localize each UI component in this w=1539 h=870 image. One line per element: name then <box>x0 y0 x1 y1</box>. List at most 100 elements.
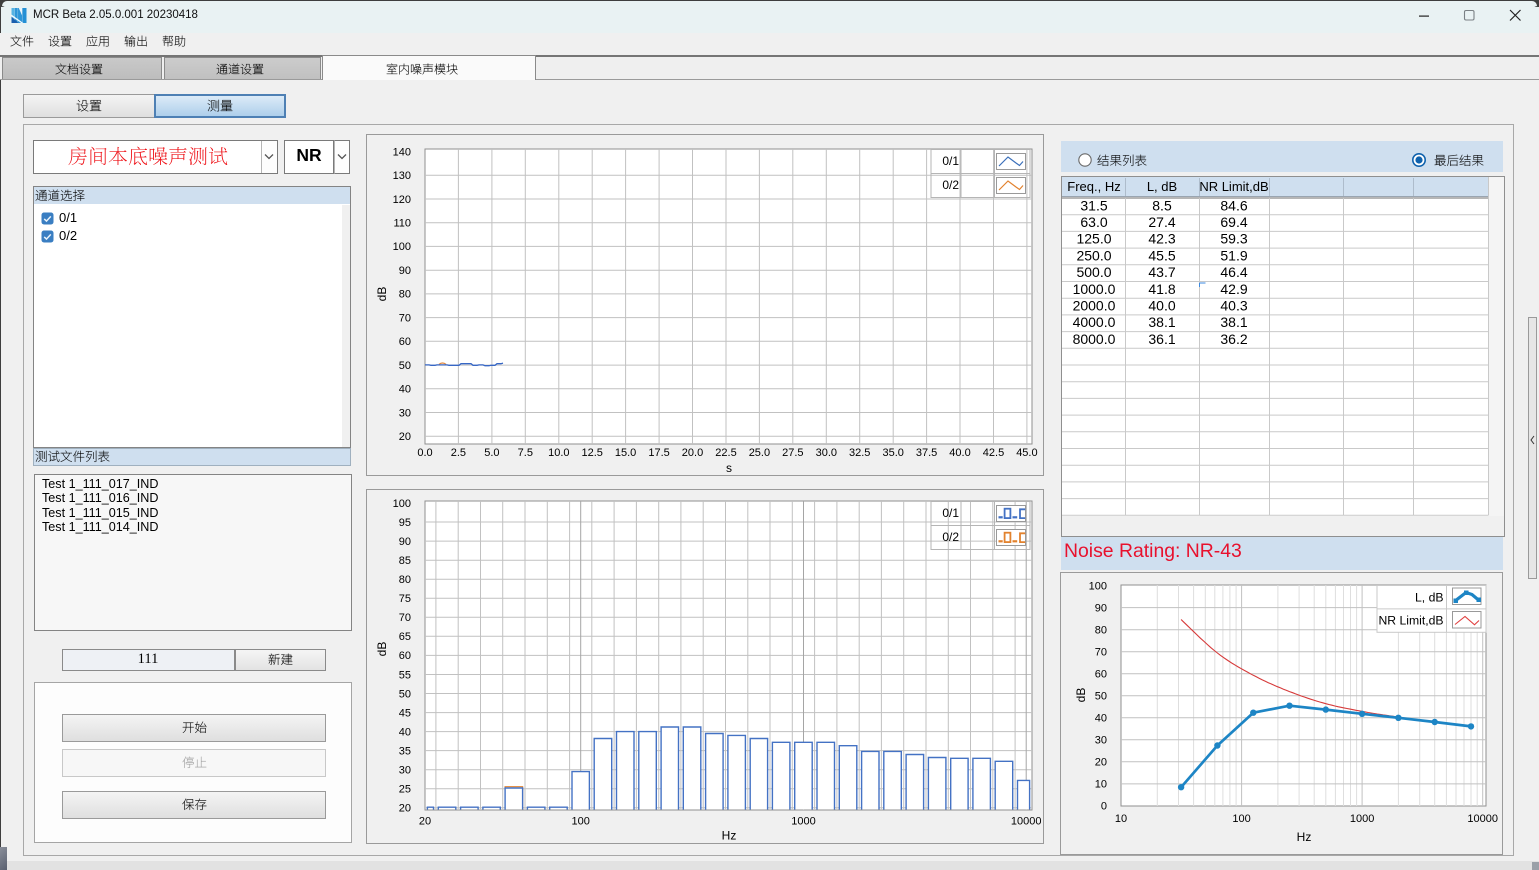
svg-text:10: 10 <box>1095 779 1107 791</box>
svg-text:dB: dB <box>375 642 389 657</box>
svg-text:45: 45 <box>399 707 411 719</box>
svg-text:30: 30 <box>399 765 411 777</box>
svg-text:L, dB: L, dB <box>1415 591 1443 605</box>
svg-text:80: 80 <box>399 574 411 586</box>
svg-text:70: 70 <box>399 312 411 324</box>
svg-text:25: 25 <box>399 784 411 796</box>
svg-text:5.0: 5.0 <box>484 447 499 459</box>
svg-text:10000: 10000 <box>1011 816 1042 828</box>
svg-text:20: 20 <box>1095 757 1107 769</box>
svg-text:0: 0 <box>1101 801 1107 813</box>
svg-text:120: 120 <box>393 194 411 206</box>
svg-text:20: 20 <box>419 816 431 828</box>
svg-text:27.4: 27.4 <box>1148 214 1175 230</box>
svg-text:50: 50 <box>399 360 411 372</box>
svg-text:L, dB: L, dB <box>1147 179 1177 194</box>
svg-text:60: 60 <box>399 650 411 662</box>
svg-text:30: 30 <box>1095 735 1107 747</box>
svg-text:55: 55 <box>399 669 411 681</box>
svg-text:38.1: 38.1 <box>1220 314 1247 330</box>
svg-text:42.3: 42.3 <box>1148 231 1175 247</box>
svg-text:42.5: 42.5 <box>983 447 1004 459</box>
svg-text:45.5: 45.5 <box>1148 247 1175 263</box>
svg-text:Freq., Hz: Freq., Hz <box>1067 179 1120 194</box>
svg-text:dB: dB <box>375 287 389 302</box>
svg-text:46.4: 46.4 <box>1220 264 1247 280</box>
svg-text:40.0: 40.0 <box>949 447 970 459</box>
svg-text:70: 70 <box>399 612 411 624</box>
svg-text:35: 35 <box>399 745 411 757</box>
svg-text:50: 50 <box>1095 691 1107 703</box>
svg-text:0/2: 0/2 <box>942 530 959 544</box>
svg-text:20: 20 <box>399 431 411 443</box>
svg-text:20: 20 <box>399 803 411 815</box>
svg-text:84.6: 84.6 <box>1220 197 1247 213</box>
svg-text:38.1: 38.1 <box>1148 314 1175 330</box>
svg-text:30: 30 <box>399 407 411 419</box>
svg-text:42.9: 42.9 <box>1220 281 1247 297</box>
svg-text:90: 90 <box>1095 602 1107 614</box>
svg-text:Hz: Hz <box>722 829 737 843</box>
svg-text:10.0: 10.0 <box>548 447 569 459</box>
svg-text:50: 50 <box>399 688 411 700</box>
svg-text:80: 80 <box>1095 625 1107 637</box>
svg-text:100: 100 <box>393 241 411 253</box>
svg-text:40: 40 <box>1095 713 1107 725</box>
svg-text:30.0: 30.0 <box>816 447 837 459</box>
svg-text:22.5: 22.5 <box>715 447 736 459</box>
svg-text:80: 80 <box>399 289 411 301</box>
svg-text:0.0: 0.0 <box>417 447 432 459</box>
svg-text:100: 100 <box>1232 813 1250 825</box>
svg-text:40: 40 <box>399 726 411 738</box>
svg-text:dB: dB <box>1074 688 1088 703</box>
svg-text:100: 100 <box>393 498 411 510</box>
svg-text:500.0: 500.0 <box>1076 264 1111 280</box>
svg-text:60: 60 <box>1095 669 1107 681</box>
svg-text:40.0: 40.0 <box>1148 298 1175 314</box>
svg-text:51.9: 51.9 <box>1220 247 1247 263</box>
svg-text:NR Limit,dB: NR Limit,dB <box>1199 179 1268 194</box>
svg-text:2.5: 2.5 <box>451 447 466 459</box>
svg-text:12.5: 12.5 <box>581 447 602 459</box>
svg-text:95: 95 <box>399 517 411 529</box>
svg-text:31.5: 31.5 <box>1080 197 1107 213</box>
svg-text:2000.0: 2000.0 <box>1073 298 1116 314</box>
svg-text:36.2: 36.2 <box>1220 331 1247 347</box>
svg-text:8000.0: 8000.0 <box>1073 331 1116 347</box>
svg-text:100: 100 <box>1089 580 1107 592</box>
svg-text:37.5: 37.5 <box>916 447 937 459</box>
svg-text:0/1: 0/1 <box>942 154 959 168</box>
svg-text:17.5: 17.5 <box>648 447 669 459</box>
svg-text:1000: 1000 <box>791 816 815 828</box>
svg-text:0/2: 0/2 <box>942 178 959 192</box>
svg-text:59.3: 59.3 <box>1220 231 1247 247</box>
svg-text:32.5: 32.5 <box>849 447 870 459</box>
svg-text:90: 90 <box>399 265 411 277</box>
svg-text:10000: 10000 <box>1467 813 1498 825</box>
svg-text:4000.0: 4000.0 <box>1073 314 1116 330</box>
svg-text:45.0: 45.0 <box>1016 447 1037 459</box>
svg-text:1000: 1000 <box>1350 813 1374 825</box>
svg-text:65: 65 <box>399 631 411 643</box>
svg-text:36.1: 36.1 <box>1148 331 1175 347</box>
svg-text:15.0: 15.0 <box>615 447 636 459</box>
svg-text:1000.0: 1000.0 <box>1073 281 1116 297</box>
svg-text:25.0: 25.0 <box>749 447 770 459</box>
svg-text:100: 100 <box>572 816 590 828</box>
svg-text:110: 110 <box>393 218 411 230</box>
svg-text:27.5: 27.5 <box>782 447 803 459</box>
svg-text:60: 60 <box>399 336 411 348</box>
svg-text:35.0: 35.0 <box>882 447 903 459</box>
svg-text:90: 90 <box>399 536 411 548</box>
svg-text:0/1: 0/1 <box>942 506 959 520</box>
svg-text:63.0: 63.0 <box>1080 214 1107 230</box>
svg-text:125.0: 125.0 <box>1076 231 1111 247</box>
svg-text:130: 130 <box>393 170 411 182</box>
svg-text:69.4: 69.4 <box>1220 214 1247 230</box>
svg-text:8.5: 8.5 <box>1152 197 1172 213</box>
svg-text:20.0: 20.0 <box>682 447 703 459</box>
svg-text:41.8: 41.8 <box>1148 281 1175 297</box>
svg-text:Hz: Hz <box>1297 830 1312 844</box>
svg-text:43.7: 43.7 <box>1148 264 1175 280</box>
svg-text:70: 70 <box>1095 647 1107 659</box>
